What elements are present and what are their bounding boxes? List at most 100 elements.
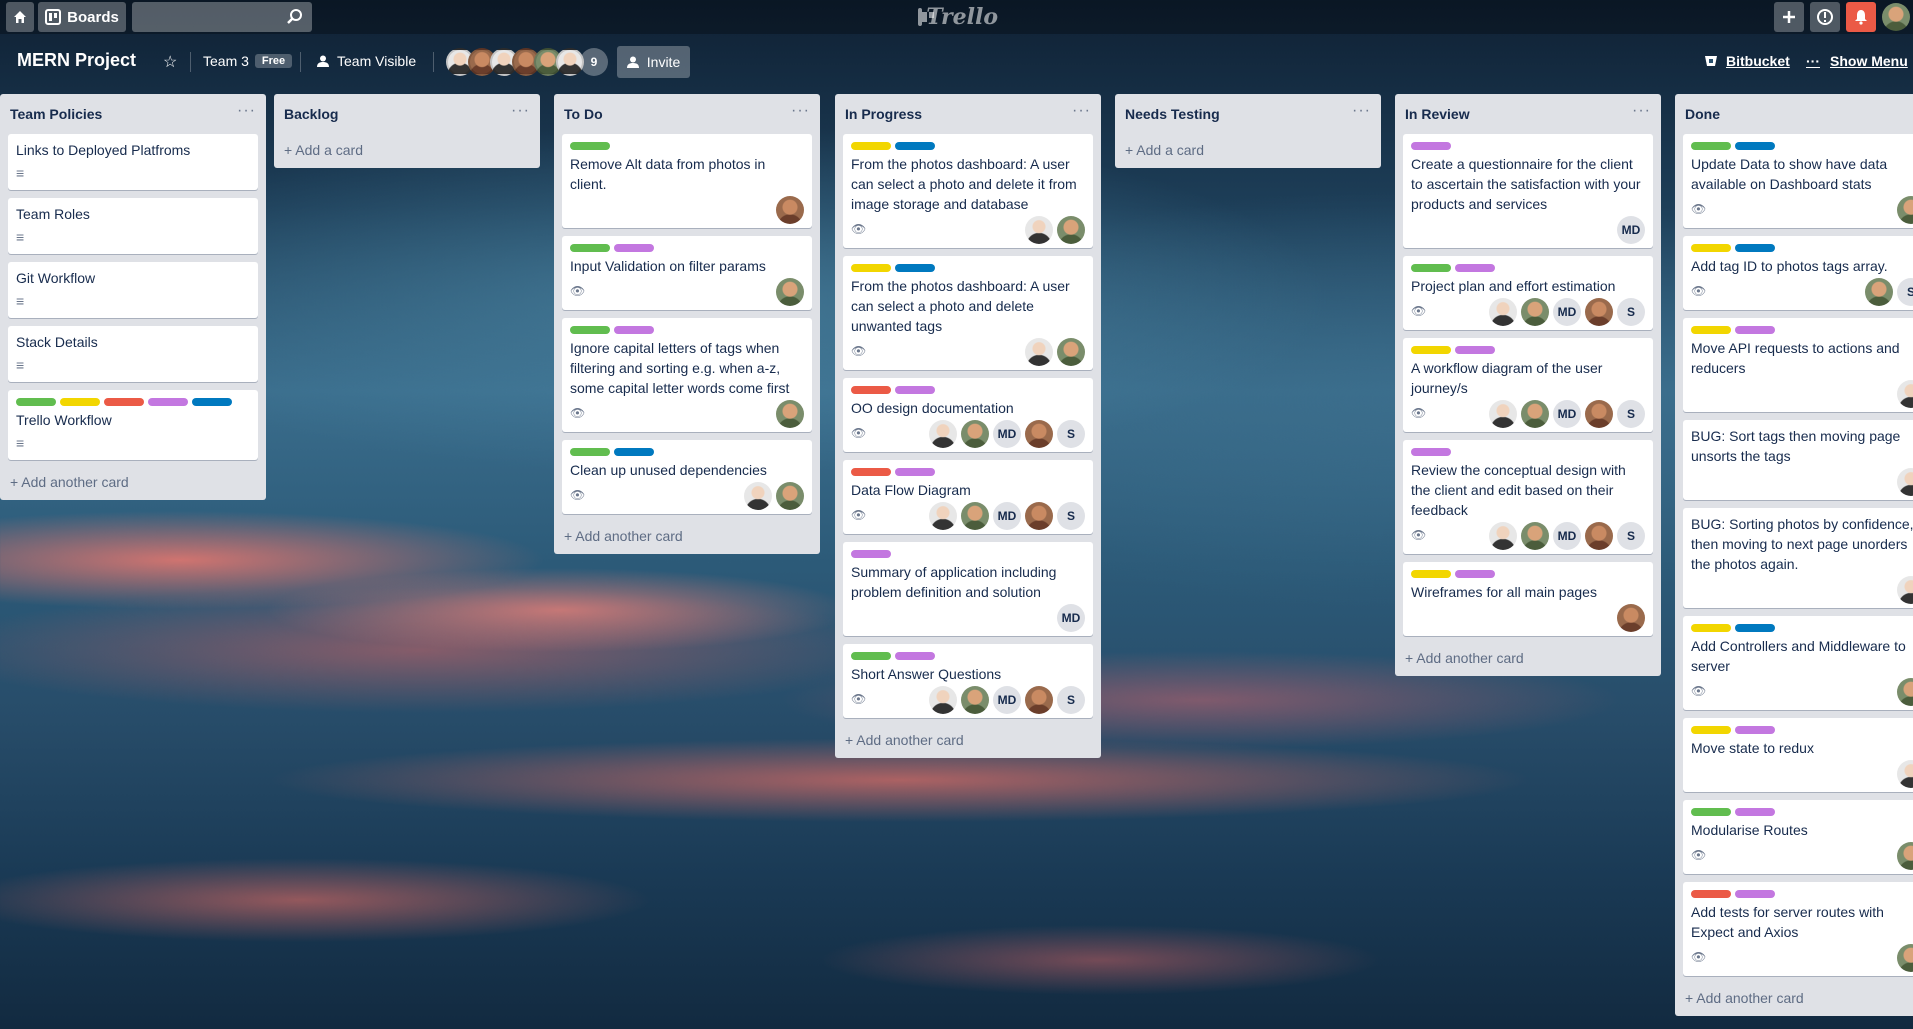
label-purple[interactable]	[1735, 890, 1775, 898]
home-button[interactable]	[6, 2, 34, 32]
card-title[interactable]: Team Roles	[16, 204, 250, 224]
list-header[interactable]: To Do ···	[554, 94, 820, 134]
card-title[interactable]: Summary of application including problem…	[851, 562, 1085, 602]
trello-logo[interactable]: Trello	[918, 4, 998, 30]
card-title[interactable]: Update Data to show have data available …	[1691, 154, 1913, 194]
label-red[interactable]	[851, 468, 891, 476]
member-avatar[interactable]	[1585, 298, 1613, 326]
label-purple[interactable]	[895, 386, 935, 394]
member-avatar[interactable]	[929, 686, 957, 714]
card[interactable]: BUG: Sort tags then moving page unsorts …	[1683, 420, 1913, 500]
card[interactable]: Create a questionnaire for the client to…	[1403, 134, 1653, 248]
add-card-button[interactable]: + Add another card	[835, 726, 1101, 758]
member-avatar[interactable]	[744, 482, 772, 510]
list-title[interactable]: Team Policies	[10, 106, 102, 122]
member-initials[interactable]: S	[1617, 298, 1645, 326]
card[interactable]: Input Validation on filter params 👁	[562, 236, 812, 310]
card[interactable]: From the photos dashboard: A user can se…	[843, 256, 1093, 370]
member-initials[interactable]: MD	[1553, 298, 1581, 326]
label-yellow[interactable]	[60, 398, 100, 406]
card[interactable]: Git Workflow ≡	[8, 262, 258, 318]
member-initials[interactable]: S	[1617, 400, 1645, 428]
member-avatar[interactable]	[1489, 522, 1517, 550]
label-purple[interactable]	[1735, 326, 1775, 334]
member-avatar[interactable]	[1025, 420, 1053, 448]
member-avatar[interactable]	[1489, 298, 1517, 326]
card[interactable]: Links to Deployed Platfroms ≡	[8, 134, 258, 190]
label-yellow[interactable]	[1411, 346, 1451, 354]
card[interactable]: Summary of application including problem…	[843, 542, 1093, 636]
member-initials[interactable]: MD	[1553, 400, 1581, 428]
label-red[interactable]	[1691, 890, 1731, 898]
card-title[interactable]: OO design documentation	[851, 398, 1085, 418]
member-avatar[interactable]	[1585, 522, 1613, 550]
member-avatar[interactable]	[929, 502, 957, 530]
add-card-button[interactable]: + Add a card	[1115, 134, 1381, 168]
label-green[interactable]	[16, 398, 56, 406]
card-title[interactable]: Modularise Routes	[1691, 820, 1913, 840]
card[interactable]: Stack Details ≡	[8, 326, 258, 382]
card[interactable]: Add tag ID to photos tags array. 👁 S	[1683, 236, 1913, 310]
member-avatar[interactable]	[1489, 400, 1517, 428]
bitbucket-button[interactable]: Bitbucket	[1704, 53, 1790, 69]
card[interactable]: Clean up unused dependencies 👁	[562, 440, 812, 514]
label-green[interactable]	[570, 142, 610, 150]
member-avatar[interactable]	[1897, 944, 1913, 972]
label-yellow[interactable]	[1691, 244, 1731, 252]
label-green[interactable]	[570, 326, 610, 334]
card-title[interactable]: Input Validation on filter params	[570, 256, 804, 276]
list-title[interactable]: Done	[1685, 106, 1720, 122]
label-purple[interactable]	[851, 550, 891, 558]
member-avatar[interactable]	[1025, 686, 1053, 714]
list-header[interactable]: Done···	[1675, 94, 1913, 134]
card[interactable]: Add Controllers and Middleware to server…	[1683, 616, 1913, 710]
label-blue[interactable]	[192, 398, 232, 406]
boards-button[interactable]: Boards	[38, 2, 126, 32]
card[interactable]: Trello Workflow ≡	[8, 390, 258, 460]
member-avatar[interactable]	[1025, 502, 1053, 530]
label-blue[interactable]	[614, 448, 654, 456]
card[interactable]: Short Answer Questions 👁 MD S	[843, 644, 1093, 718]
label-yellow[interactable]	[851, 142, 891, 150]
card-title[interactable]: Data Flow Diagram	[851, 480, 1085, 500]
label-purple[interactable]	[148, 398, 188, 406]
member-avatar[interactable]	[776, 196, 804, 224]
list-title[interactable]: In Progress	[845, 106, 922, 122]
card[interactable]: Review the conceptual design with the cl…	[1403, 440, 1653, 554]
label-yellow[interactable]	[1691, 624, 1731, 632]
card-title[interactable]: From the photos dashboard: A user can se…	[851, 276, 1085, 336]
user-avatar[interactable]	[1882, 3, 1910, 31]
card-title[interactable]: Git Workflow	[16, 268, 250, 288]
card[interactable]: A workflow diagram of the user journey/s…	[1403, 338, 1653, 432]
list-title[interactable]: Needs Testing	[1125, 106, 1220, 122]
member-avatar[interactable]	[556, 48, 584, 76]
card-title[interactable]: Links to Deployed Platfroms	[16, 140, 250, 160]
member-avatar[interactable]	[1897, 576, 1913, 604]
info-button[interactable]	[1810, 2, 1840, 32]
list-title[interactable]: In Review	[1405, 106, 1470, 122]
list-title[interactable]: Backlog	[284, 106, 338, 122]
label-purple[interactable]	[614, 326, 654, 334]
member-avatar[interactable]	[776, 400, 804, 428]
list-menu-icon[interactable]: ···	[791, 102, 810, 120]
label-yellow[interactable]	[1691, 326, 1731, 334]
card[interactable]: BUG: Sorting photos by confidence, then …	[1683, 508, 1913, 608]
add-card-button[interactable]: + Add a card	[274, 134, 540, 168]
label-blue[interactable]	[1735, 244, 1775, 252]
member-avatar[interactable]	[1521, 298, 1549, 326]
label-purple[interactable]	[895, 468, 935, 476]
invite-button[interactable]: Invite	[617, 46, 690, 78]
card[interactable]: Project plan and effort estimation 👁 MD S	[1403, 256, 1653, 330]
member-initials[interactable]: MD	[1553, 522, 1581, 550]
label-purple[interactable]	[1411, 142, 1451, 150]
label-purple[interactable]	[895, 652, 935, 660]
search-icon[interactable]	[286, 8, 304, 26]
card[interactable]: Move API requests to actions and reducer…	[1683, 318, 1913, 412]
label-purple[interactable]	[1455, 570, 1495, 578]
member-avatar[interactable]	[961, 686, 989, 714]
card-title[interactable]: Review the conceptual design with the cl…	[1411, 460, 1645, 520]
team-button[interactable]: Team 3 Free	[203, 53, 293, 69]
create-button[interactable]	[1774, 2, 1804, 32]
member-initials[interactable]: S	[1617, 522, 1645, 550]
list-menu-icon[interactable]: ···	[1632, 102, 1651, 120]
